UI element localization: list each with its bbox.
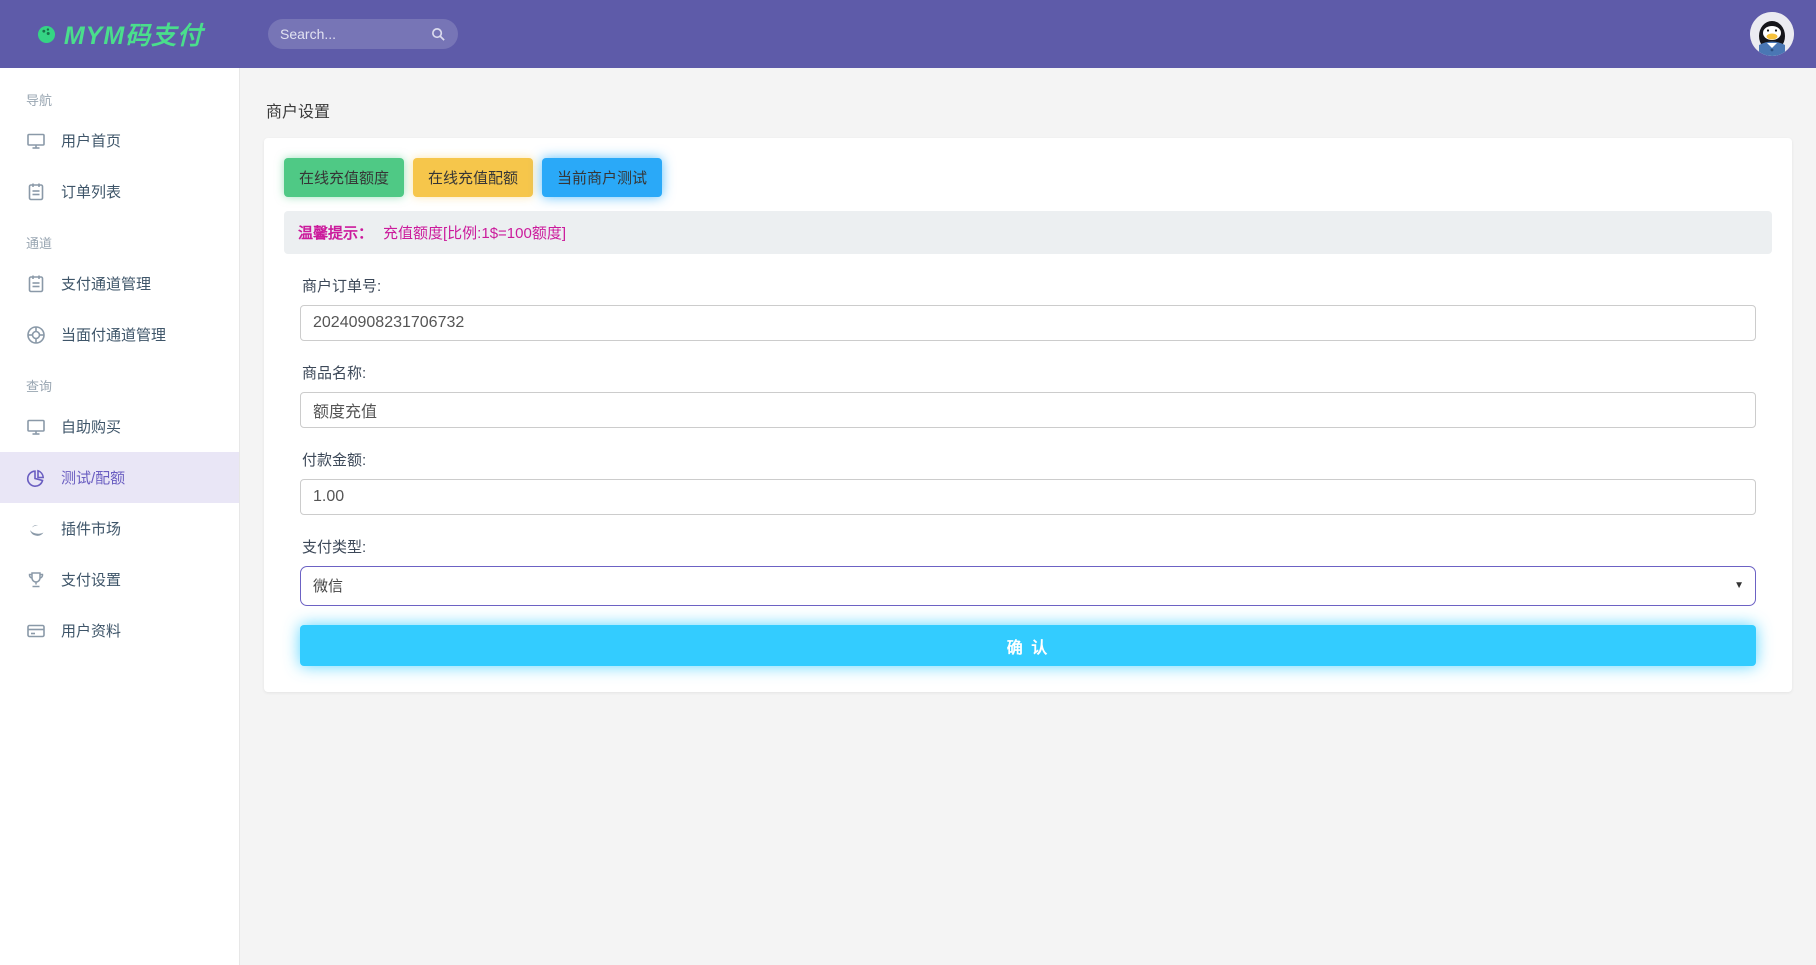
online-recharge-quota-button[interactable]: 在线充值额度 — [284, 158, 404, 197]
online-recharge-allocation-button[interactable]: 在线充值配额 — [413, 158, 533, 197]
order-no-label: 商户订单号: — [302, 275, 1754, 296]
clipboard-icon — [26, 274, 46, 294]
main-content: 商户设置 在线充值额度 在线充值配额 当前商户测试 温馨提示： 充值额度[比例:1… — [240, 68, 1816, 965]
clipboard-icon — [26, 182, 46, 202]
page-title: 商户设置 — [266, 98, 1792, 122]
pay-type-label: 支付类型: — [302, 536, 1754, 557]
product-name-label: 商品名称: — [302, 362, 1754, 383]
sidebar: 导航 用户首页 订单列表 通道 支付通道管理 — [0, 68, 240, 965]
crescent-icon — [26, 519, 46, 539]
order-no-input[interactable] — [300, 305, 1756, 341]
notice-bar: 温馨提示： 充值额度[比例:1$=100额度] — [284, 211, 1772, 254]
search-box — [268, 19, 458, 49]
sidebar-item-label: 当面付通道管理 — [61, 324, 166, 345]
notice-text: 充值额度[比例:1$=100额度] — [383, 225, 566, 242]
amount-label: 付款金额: — [302, 449, 1754, 470]
sidebar-item-label: 插件市场 — [61, 518, 121, 539]
merchant-settings-card: 在线充值额度 在线充值配额 当前商户测试 温馨提示： 充值额度[比例:1$=100… — [264, 138, 1792, 692]
sidebar-item-f2f-channel-mgmt[interactable]: 当面付通道管理 — [0, 309, 239, 360]
pay-type-select[interactable]: 微信 — [300, 566, 1756, 606]
sidebar-section-nav: 导航 — [0, 74, 239, 115]
bowling-ball-icon — [37, 25, 56, 44]
amount-input[interactable] — [300, 479, 1756, 515]
product-name-input[interactable] — [300, 392, 1756, 428]
magnifier-icon[interactable] — [431, 27, 446, 42]
sidebar-item-label: 支付通道管理 — [61, 273, 151, 294]
sidebar-section-query: 查询 — [0, 360, 239, 401]
top-navbar: MYM码支付 — [0, 0, 1816, 68]
life-ring-icon — [26, 325, 46, 345]
sidebar-item-user-home[interactable]: 用户首页 — [0, 115, 239, 166]
credit-card-icon — [26, 621, 46, 641]
sidebar-item-label: 用户首页 — [61, 130, 121, 151]
monitor-icon — [26, 417, 46, 437]
monitor-icon — [26, 131, 46, 151]
pie-chart-icon — [26, 468, 46, 488]
sidebar-item-plugin-market[interactable]: 插件市场 — [0, 503, 239, 554]
sidebar-item-order-list[interactable]: 订单列表 — [0, 166, 239, 217]
notice-prefix: 温馨提示： — [298, 225, 373, 242]
brand-title: MYM码支付 — [64, 16, 203, 52]
action-button-row: 在线充值额度 在线充值配额 当前商户测试 — [284, 158, 1772, 197]
sidebar-item-label: 支付设置 — [61, 569, 121, 590]
sidebar-item-self-buy[interactable]: 自助购买 — [0, 401, 239, 452]
sidebar-item-pay-channel-mgmt[interactable]: 支付通道管理 — [0, 258, 239, 309]
sidebar-item-test-quota[interactable]: 测试/配额 — [0, 452, 239, 503]
sidebar-item-label: 订单列表 — [61, 181, 121, 202]
pay-type-select-wrap: 微信 ▼ — [300, 566, 1756, 606]
search-input[interactable] — [280, 26, 431, 42]
trophy-icon — [26, 570, 46, 590]
sidebar-section-channel: 通道 — [0, 217, 239, 258]
sidebar-item-label: 用户资料 — [61, 620, 121, 641]
confirm-button[interactable]: 确 认 — [300, 625, 1756, 666]
sidebar-item-label: 自助购买 — [61, 416, 121, 437]
sidebar-item-user-profile[interactable]: 用户资料 — [0, 605, 239, 656]
qq-penguin-avatar[interactable] — [1750, 12, 1794, 56]
merchant-test-form: 商户订单号: 商品名称: 付款金额: 支付类型: 微信 ▼ 确 认 — [284, 275, 1772, 672]
brand-logo[interactable]: MYM码支付 — [0, 16, 240, 52]
current-merchant-test-button[interactable]: 当前商户测试 — [542, 158, 662, 197]
sidebar-item-pay-settings[interactable]: 支付设置 — [0, 554, 239, 605]
sidebar-item-label: 测试/配额 — [61, 467, 125, 488]
